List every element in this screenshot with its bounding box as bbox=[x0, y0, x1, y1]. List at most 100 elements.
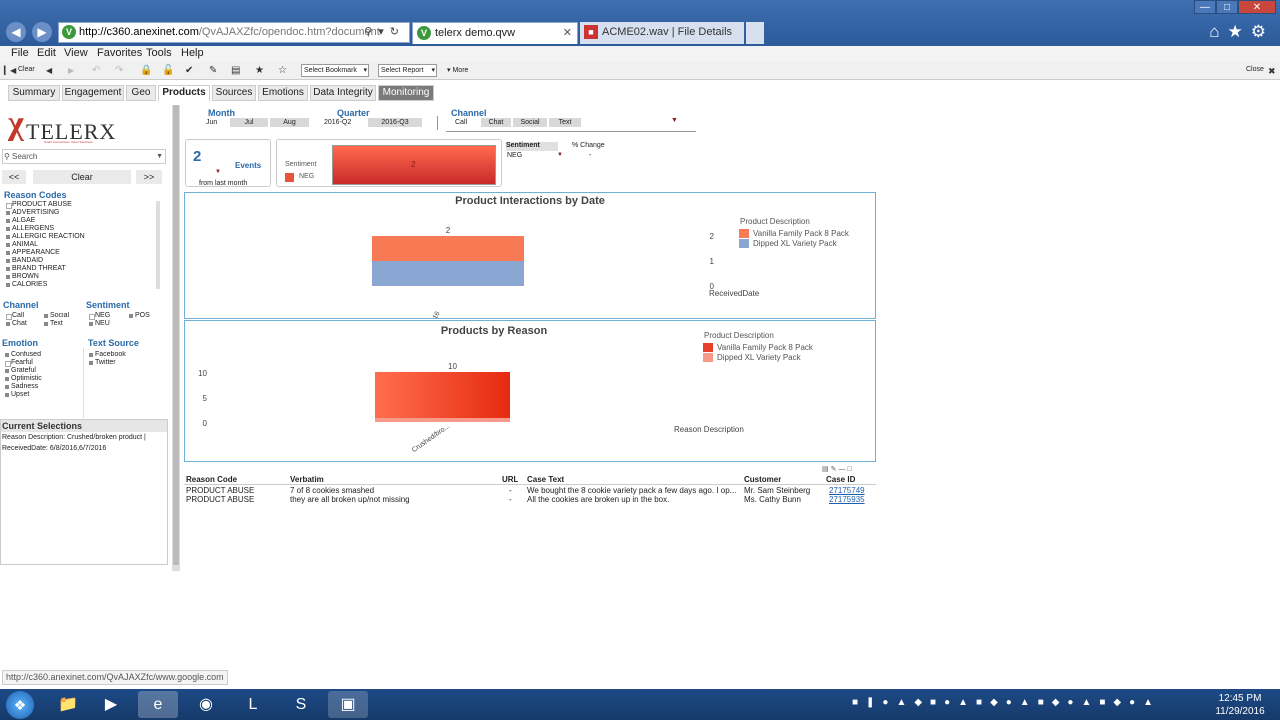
month-item[interactable]: Jun bbox=[206, 118, 217, 127]
undo-icon[interactable]: ↶ bbox=[92, 65, 100, 76]
forward-button[interactable]: ▶ bbox=[32, 22, 52, 42]
reason-codes-listbox[interactable]: PRODUCT ABUSE ADVERTISING ALGAE ALLERGEN… bbox=[6, 201, 160, 289]
col-case-id[interactable]: Case ID bbox=[826, 475, 855, 484]
col-case-text[interactable]: Case Text bbox=[527, 475, 564, 484]
quarter-filter[interactable]: 2016-Q2 2016-Q3 bbox=[318, 118, 436, 127]
list-item[interactable]: ADVERTISING bbox=[6, 209, 156, 217]
search-icon[interactable]: ⚲▾↻ bbox=[364, 23, 405, 42]
list-item[interactable]: CALORIES bbox=[6, 281, 156, 289]
list-item[interactable]: PRODUCT ABUSE bbox=[6, 201, 156, 209]
list-item[interactable]: NEG bbox=[89, 312, 110, 320]
favorites-icon[interactable]: ★ bbox=[1228, 22, 1251, 41]
col-reason-code[interactable]: Reason Code bbox=[186, 475, 237, 484]
lock-icon[interactable]: 🔒 bbox=[140, 65, 152, 76]
month-item[interactable]: Aug bbox=[270, 118, 309, 127]
list-item[interactable]: POS bbox=[129, 312, 150, 320]
col-url[interactable]: URL bbox=[502, 475, 518, 484]
back-button[interactable]: ◀ bbox=[6, 22, 26, 42]
quarter-item[interactable]: 2016-Q3 bbox=[368, 118, 422, 127]
table-row[interactable]: PRODUCT ABUSE 7 of 8 cookies smashed - W… bbox=[184, 486, 876, 495]
taskbar-clock[interactable]: 12:45 PM 11/29/2016 bbox=[1214, 692, 1266, 718]
sort-down-icon[interactable]: ▼ bbox=[557, 152, 563, 158]
menu-edit[interactable]: Edit bbox=[37, 47, 56, 59]
list-item[interactable]: Confused bbox=[5, 351, 81, 359]
next-button[interactable]: >> bbox=[136, 170, 162, 184]
table-toolbar-icons[interactable]: ▤✎—□ bbox=[822, 465, 854, 473]
chrome-icon[interactable]: ◉ bbox=[186, 691, 226, 718]
tab-monitoring[interactable]: Monitoring bbox=[378, 85, 434, 101]
address-bar[interactable]: V http://c360.anexinet.com/QvAJAXZfc/ope… bbox=[58, 22, 410, 43]
snipping-tool-icon[interactable]: ▣ bbox=[328, 691, 368, 718]
gear-icon[interactable]: ⚙ bbox=[1251, 22, 1274, 41]
channel-listbox[interactable]: Call Social Chat Text bbox=[6, 312, 78, 330]
tab-data-integrity[interactable]: Data Integrity bbox=[310, 85, 376, 101]
prev-button[interactable]: << bbox=[2, 170, 26, 184]
edit-icon[interactable]: ✎ bbox=[209, 65, 217, 76]
list-item[interactable]: Optimistic bbox=[5, 375, 81, 383]
col-customer[interactable]: Customer bbox=[744, 475, 781, 484]
tab-geo[interactable]: Geo bbox=[126, 85, 156, 101]
close-icon[interactable]: ✖ bbox=[1268, 66, 1276, 77]
new-tab-button[interactable] bbox=[746, 22, 764, 44]
bookmark-icon[interactable]: ☆ bbox=[278, 65, 287, 76]
list-item[interactable]: ALLERGENS bbox=[6, 225, 156, 233]
system-tray[interactable]: ■❚●▲◆■●▲■◆●▲■◆●▲■◆●▲ bbox=[852, 697, 1212, 708]
list-item[interactable]: BROWN bbox=[6, 273, 156, 281]
search-input[interactable]: ⚲ Search ▼ bbox=[2, 149, 166, 164]
bookmark-add-icon[interactable]: ★ bbox=[255, 65, 264, 76]
channel-item[interactable]: Social bbox=[513, 118, 547, 127]
tab-products[interactable]: Products bbox=[158, 85, 210, 101]
tab-sources[interactable]: Sources bbox=[212, 85, 256, 101]
channel-filter[interactable]: Call Chat Social Text bbox=[453, 118, 583, 127]
table-row[interactable]: PRODUCT ABUSE they are all broken up/not… bbox=[184, 495, 876, 504]
forward-icon[interactable]: ▶ bbox=[68, 66, 74, 75]
clear-button[interactable]: Clear bbox=[18, 66, 35, 73]
media-player-icon[interactable]: ▶ bbox=[91, 691, 131, 718]
minimize-button[interactable]: — bbox=[1194, 0, 1216, 14]
left-panel-scrollbar[interactable] bbox=[172, 105, 180, 571]
maximize-button[interactable]: □ bbox=[1216, 0, 1238, 14]
list-item[interactable]: Grateful bbox=[5, 367, 81, 375]
list-item[interactable]: BANDAID bbox=[6, 257, 156, 265]
list-item[interactable]: Fearful bbox=[5, 359, 81, 367]
select-report-dropdown[interactable]: Select Report ▾ bbox=[378, 64, 437, 77]
list-item[interactable]: Sadness bbox=[5, 383, 81, 391]
menu-view[interactable]: View bbox=[64, 47, 88, 59]
legend-item-vanilla[interactable]: Vanilla Family Pack 8 Pack bbox=[703, 343, 813, 352]
clear-icon[interactable]: ▎◀ bbox=[4, 66, 16, 75]
tab-engagement[interactable]: Engagement bbox=[62, 85, 124, 101]
case-id-link[interactable]: 27175935 bbox=[829, 495, 865, 504]
check-icon[interactable]: ✔ bbox=[185, 65, 193, 76]
list-item[interactable]: Upset bbox=[5, 391, 81, 399]
list-item[interactable]: Chat bbox=[6, 320, 27, 328]
clear-selections-button[interactable]: Clear bbox=[33, 170, 131, 184]
menu-tools[interactable]: Tools bbox=[146, 47, 172, 59]
list-item[interactable]: ALGAE bbox=[6, 217, 156, 225]
unlock-icon[interactable]: 🔓 bbox=[162, 65, 174, 76]
list-item[interactable]: ANIMAL bbox=[6, 241, 156, 249]
month-item[interactable]: Jul bbox=[230, 118, 268, 127]
skype-icon[interactable]: S bbox=[281, 691, 321, 718]
folder-icon[interactable]: 📁 bbox=[48, 691, 88, 718]
legend-item-dipped[interactable]: Dipped XL Variety Pack bbox=[703, 353, 801, 362]
text-source-listbox[interactable]: Facebook Twitter bbox=[89, 351, 167, 367]
menu-file[interactable]: File bbox=[11, 47, 29, 59]
select-bookmark-dropdown[interactable]: Select Bookmark ▾ bbox=[301, 64, 369, 77]
redo-icon[interactable]: ↷ bbox=[115, 65, 123, 76]
chevron-down-icon[interactable]: ▼ bbox=[156, 150, 163, 163]
case-id-link[interactable]: 27175749 bbox=[829, 486, 865, 495]
col-verbatim[interactable]: Verbatim bbox=[290, 475, 324, 484]
internet-explorer-icon[interactable]: e bbox=[138, 691, 178, 718]
menu-help[interactable]: Help bbox=[181, 47, 204, 59]
channel-item[interactable]: Call bbox=[455, 118, 467, 127]
chart-icon[interactable]: ▤ bbox=[231, 65, 240, 76]
legend-item-vanilla[interactable]: Vanilla Family Pack 8 Pack bbox=[739, 229, 849, 238]
tab-summary[interactable]: Summary bbox=[8, 85, 60, 101]
legend-item-dipped[interactable]: Dipped XL Variety Pack bbox=[739, 239, 837, 248]
start-button[interactable]: ❖ bbox=[6, 691, 34, 719]
list-item[interactable]: Call bbox=[6, 312, 24, 320]
list-item[interactable]: APPEARANCE bbox=[6, 249, 156, 257]
list-item[interactable]: Twitter bbox=[89, 359, 167, 367]
close-button[interactable]: Close bbox=[1246, 66, 1264, 73]
list-item[interactable]: ALLERGIC REACTION bbox=[6, 233, 156, 241]
